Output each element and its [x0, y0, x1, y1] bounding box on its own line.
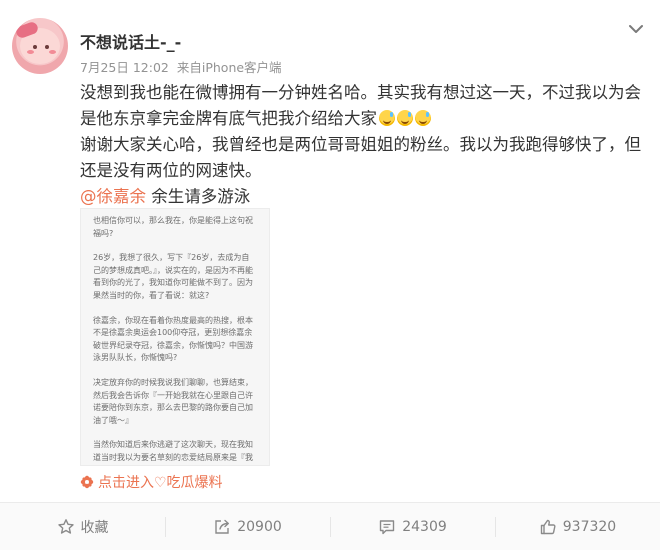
embedded-image[interactable]: 也相信你可以，那么我在，你是能得上这句祝福吗? 26岁，我想了很久，写下『26岁… [80, 208, 270, 466]
repost-count: 20900 [237, 518, 282, 535]
share-icon [213, 518, 231, 536]
mention-row: @徐嘉余 余生请多游泳 [80, 184, 655, 210]
username[interactable]: 不想说话土-_- [80, 29, 181, 53]
avatar-cheek [27, 50, 34, 54]
avatar-eye [33, 45, 37, 49]
embedded-image-text: 也相信你可以，那么我在，你是能得上这句祝福吗? 26岁，我想了很久，写下『26岁… [81, 209, 269, 465]
comment-icon [378, 518, 396, 536]
repost-button[interactable]: 20900 [165, 503, 330, 550]
laugh-sweat-emoji-icon [397, 110, 413, 126]
comment-count: 24309 [402, 518, 447, 535]
laugh-sweat-emoji-icon [379, 110, 395, 126]
post-date[interactable]: 7月25日 12:02 [80, 60, 169, 75]
source-link[interactable]: 点击进入♡吃瓜爆料 [80, 472, 223, 492]
post-meta: 7月25日 12:02 来自iPhone客户端 [80, 57, 282, 76]
action-bar: 收藏 20900 24309 937320 [0, 502, 660, 550]
mention-link[interactable]: @徐嘉余 [80, 187, 146, 206]
weibo-post-card: 不想说话土-_- 7月25日 12:02 来自iPhone客户端 没想到我也能在… [0, 0, 660, 550]
source-link-label: 点击进入♡吃瓜爆料 [98, 475, 223, 491]
embed-paragraph: 决定放弃你的时候我说我们聊聊，也算结束，然后我会告诉你『一开始我就在心里跟自己许… [93, 377, 253, 425]
post-source-device[interactable]: iPhone客户端 [202, 60, 282, 75]
avatar-eye [45, 45, 49, 49]
post-source-prefix: 来自 [176, 60, 202, 75]
post-paragraph-2: 谢谢大家关心哈，我曾经也是两位哥哥姐姐的粉丝。我以为我跑得够快了，但还是没有两位… [80, 135, 641, 180]
mention-tail: 余生请多游泳 [146, 187, 251, 206]
like-button[interactable]: 937320 [495, 503, 660, 550]
favorite-label: 收藏 [80, 519, 109, 536]
embed-paragraph: 徐嘉余，你现在看着你热度最高的热搜，根本不是徐嘉余奥运会100仰夺冠，更别想徐嘉… [93, 315, 253, 363]
post-paragraph-1: 没想到我也能在微博拥有一分钟姓名哈。其实我有想过这一天，不过我以为会是他东京拿完… [80, 80, 655, 132]
embed-paragraph: 也相信你可以，那么我在，你是能得上这句祝福吗? [93, 216, 253, 238]
flower-icon [80, 475, 94, 489]
avatar[interactable] [12, 18, 68, 74]
favorite-button[interactable]: 收藏 [0, 503, 165, 550]
embed-paragraph: 26岁，我想了很久，写下『26岁，去成为自己的梦想成真吧。』，说实在的，是因为不… [93, 253, 253, 300]
thumbs-up-icon [539, 518, 557, 536]
laugh-sweat-emoji-icon [415, 110, 431, 126]
chevron-down-icon[interactable] [626, 20, 646, 38]
embed-paragraph: 当然你知道后来你逃避了这次聊天，现在我知道当时我以为要名草刻的恋爱结局原来是『我… [93, 440, 253, 462]
post-text-line: 没想到我也能在微博拥有一分钟姓名哈。其实我有想过这一天，不过我以为会是他东京拿完… [80, 83, 641, 128]
post-text: 没想到我也能在微博拥有一分钟姓名哈。其实我有想过这一天，不过我以为会是他东京拿完… [80, 80, 655, 210]
star-icon [57, 518, 75, 536]
like-count: 937320 [562, 518, 617, 535]
avatar-cheek [49, 50, 56, 54]
comment-button[interactable]: 24309 [330, 503, 495, 550]
